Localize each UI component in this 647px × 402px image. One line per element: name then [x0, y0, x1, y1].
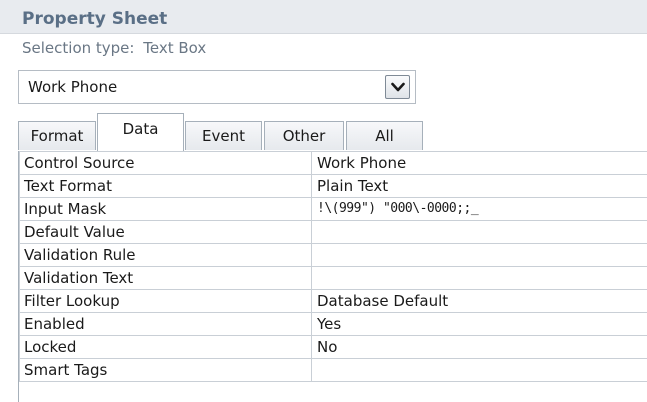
property-value[interactable]: Work Phone: [311, 151, 647, 175]
property-name[interactable]: Enabled: [19, 312, 312, 336]
object-selector-value: Work Phone: [28, 78, 118, 96]
property-name[interactable]: Control Source: [19, 151, 312, 175]
property-value[interactable]: !\(999") "000\-0000;;_: [311, 197, 647, 221]
table-row[interactable]: Control Source Work Phone: [19, 151, 647, 175]
table-row[interactable]: Enabled Yes: [19, 312, 647, 336]
property-name[interactable]: Validation Text: [19, 266, 312, 290]
tab-all[interactable]: All: [346, 121, 423, 150]
object-selector-dropdown[interactable]: Work Phone: [18, 70, 416, 104]
tab-label: Other: [282, 127, 326, 145]
page-title: Property Sheet: [22, 9, 168, 29]
table-row[interactable]: Input Mask !\(999") "000\-0000;;_: [19, 197, 647, 221]
property-name[interactable]: Text Format: [19, 174, 312, 198]
property-value[interactable]: Database Default: [311, 289, 647, 313]
property-value[interactable]: Plain Text: [311, 174, 647, 198]
tab-label: Event: [202, 127, 245, 145]
property-value[interactable]: No: [311, 335, 647, 359]
property-grid: Control Source Work Phone Text Format Pl…: [18, 151, 647, 402]
property-value[interactable]: [311, 220, 647, 244]
property-name[interactable]: Locked: [19, 335, 312, 359]
tab-data[interactable]: Data: [97, 113, 184, 151]
property-name[interactable]: Validation Rule: [19, 243, 312, 267]
tab-label: Format: [30, 127, 84, 145]
property-value[interactable]: Yes: [311, 312, 647, 336]
dropdown-button[interactable]: [385, 75, 410, 99]
property-value[interactable]: [311, 243, 647, 267]
property-value[interactable]: [311, 358, 647, 382]
table-row[interactable]: Locked No: [19, 335, 647, 359]
property-name[interactable]: Default Value: [19, 220, 312, 244]
table-row[interactable]: Smart Tags: [19, 358, 647, 382]
table-row[interactable]: Default Value: [19, 220, 647, 244]
table-row[interactable]: Filter Lookup Database Default: [19, 289, 647, 313]
selection-type-value: Text Box: [143, 39, 207, 57]
tab-label: All: [375, 127, 394, 145]
tab-strip: Format Data Event Other All: [18, 113, 647, 152]
selection-type-label: Selection type:: [22, 39, 135, 57]
table-row[interactable]: Validation Text: [19, 266, 647, 290]
property-name[interactable]: Smart Tags: [19, 358, 312, 382]
property-value[interactable]: [311, 266, 647, 290]
property-table: Control Source Work Phone Text Format Pl…: [19, 151, 647, 382]
tab-label: Data: [122, 120, 159, 138]
property-sheet: Property Sheet Selection type: Text Box …: [0, 0, 647, 402]
tab-format[interactable]: Format: [18, 121, 96, 150]
chevron-down-icon: [391, 82, 405, 92]
property-name[interactable]: Filter Lookup: [19, 289, 312, 313]
table-row[interactable]: Validation Rule: [19, 243, 647, 267]
table-row[interactable]: Text Format Plain Text: [19, 174, 647, 198]
tab-other[interactable]: Other: [264, 121, 344, 150]
property-name[interactable]: Input Mask: [19, 197, 312, 221]
selection-type: Selection type: Text Box: [22, 39, 206, 57]
tab-event[interactable]: Event: [185, 121, 262, 150]
property-sheet-header: Property Sheet: [0, 0, 647, 34]
